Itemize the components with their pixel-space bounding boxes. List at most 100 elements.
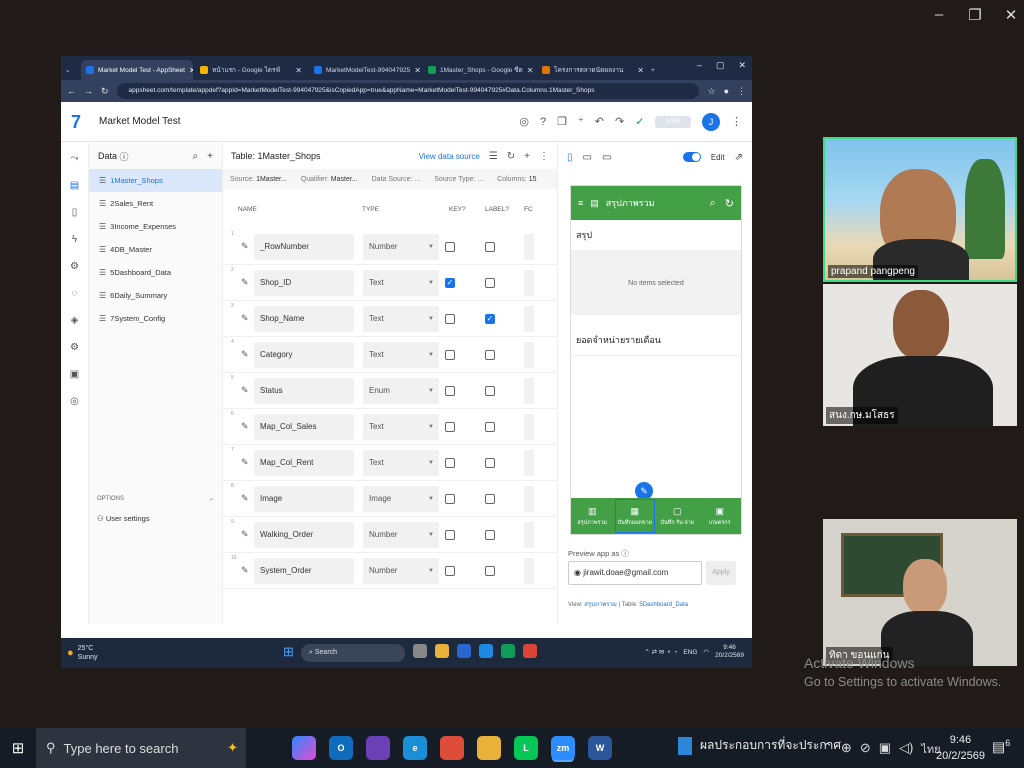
column-name-field[interactable]: Status xyxy=(254,377,354,404)
add-icon[interactable]: + xyxy=(524,151,530,162)
data-icon[interactable]: ▤ xyxy=(70,180,79,191)
save-button[interactable]: SAVE xyxy=(655,115,691,128)
tablet-icon[interactable]: ▭ xyxy=(583,152,592,163)
mute-icon[interactable]: ⊘ xyxy=(860,740,871,758)
network-icon[interactable]: ⊕ xyxy=(841,740,852,758)
chevron-down-icon[interactable]: ⌄ xyxy=(209,495,214,502)
browser-tab[interactable]: MarketModelTest-994047925 ✕ xyxy=(309,60,421,80)
fc-cell[interactable] xyxy=(524,269,534,296)
taskbar-clock[interactable]: 9:46 20/2/2569 xyxy=(936,732,985,764)
menu-icon[interactable]: ⋮ xyxy=(737,86,746,97)
line-icon[interactable] xyxy=(501,644,515,658)
manage-icon[interactable]: ▣ xyxy=(70,369,79,380)
intelligence-icon[interactable]: ◌ xyxy=(72,288,78,299)
views-icon[interactable]: ▯ xyxy=(72,207,78,218)
browser-tab[interactable]: Market Model Test - AppSheet ✕ xyxy=(81,60,193,80)
edit-pencil-icon[interactable]: ✎ xyxy=(241,493,249,504)
tab-menu-icon[interactable]: ⌄ xyxy=(65,60,79,80)
more-icon[interactable]: ⋮ xyxy=(539,151,549,162)
fc-cell[interactable] xyxy=(524,305,534,332)
fc-cell[interactable] xyxy=(524,449,534,476)
edit-pencil-icon[interactable]: ✎ xyxy=(241,241,249,252)
edit-toggle[interactable] xyxy=(682,152,701,162)
avatar[interactable]: J xyxy=(702,112,720,131)
fc-cell[interactable] xyxy=(524,485,534,512)
restore-icon[interactable]: ❐ xyxy=(968,6,982,24)
table-item[interactable]: ☰ 5Dashboard_Data xyxy=(89,261,222,284)
chrome-icon[interactable] xyxy=(523,644,537,658)
security-icon[interactable]: ◈ xyxy=(71,315,79,326)
table-link[interactable]: 5Dashboard_Data xyxy=(639,602,688,608)
tab-close-icon[interactable]: ✕ xyxy=(295,66,302,75)
notification-item[interactable]: ผลประกอบการที่จะประกาศ xyxy=(678,736,841,755)
menu-icon[interactable]: ≡ xyxy=(578,198,583,208)
label-checkbox[interactable] xyxy=(485,493,495,504)
column-type-select[interactable]: Text ▼ xyxy=(363,341,439,368)
tab-close-icon[interactable]: ✕ xyxy=(414,66,421,75)
more-icon[interactable]: ⋮ xyxy=(731,115,742,128)
start-icon[interactable]: ⊞ xyxy=(283,644,294,660)
volume-icon[interactable]: ◁) xyxy=(899,740,913,758)
column-name-field[interactable]: _RowNumber xyxy=(254,233,354,260)
profile-icon[interactable]: ● xyxy=(724,86,729,96)
table-item[interactable]: ☰ 1Master_Shops xyxy=(89,169,222,192)
forward-icon[interactable]: → xyxy=(84,86,93,96)
minimize-icon[interactable]: – xyxy=(932,6,946,24)
key-checkbox[interactable] xyxy=(445,349,455,360)
settings-icon[interactable]: ⚙ xyxy=(70,342,79,353)
fc-cell[interactable] xyxy=(524,341,534,368)
column-type-select[interactable]: Text ▼ xyxy=(363,305,439,332)
url-field[interactable]: appsheet.com/template/appdef?appId=Marke… xyxy=(116,83,700,99)
help-icon[interactable]: ? xyxy=(540,116,546,128)
file-explorer-icon[interactable] xyxy=(435,644,449,658)
edit-pencil-icon[interactable]: ✎ xyxy=(241,349,249,360)
minimize-icon[interactable]: – xyxy=(697,60,702,71)
apply-button[interactable]: Apply xyxy=(706,561,736,585)
column-type-select[interactable]: Text ▼ xyxy=(363,449,439,476)
column-type-select[interactable]: Enum ▼ xyxy=(363,377,439,404)
add-icon[interactable]: + xyxy=(207,151,213,162)
column-type-select[interactable]: Text ▼ xyxy=(363,269,439,296)
key-checkbox[interactable] xyxy=(445,529,455,540)
label-checkbox[interactable] xyxy=(485,349,495,360)
user-settings-item[interactable]: ⚇ User settings xyxy=(97,514,214,523)
label-checkbox[interactable] xyxy=(485,421,495,432)
column-type-select[interactable]: Text ▼ xyxy=(363,413,439,440)
column-name-field[interactable]: System_Order xyxy=(254,557,354,584)
close-icon[interactable]: ✕ xyxy=(1004,6,1018,24)
taskbar-search[interactable]: ⌕ Search xyxy=(301,644,405,662)
label-checkbox[interactable] xyxy=(485,457,495,468)
copy-icon[interactable]: ❐ xyxy=(557,115,567,128)
zoom-icon[interactable] xyxy=(457,644,471,658)
search-icon[interactable]: ⌕ xyxy=(710,197,716,210)
notification-badge[interactable]: ▤6 xyxy=(992,738,1010,756)
column-name-field[interactable]: Map_Col_Sales xyxy=(254,413,354,440)
column-name-field[interactable]: Walking_Order xyxy=(254,521,354,548)
view-data-source-link[interactable]: View data source xyxy=(419,152,480,161)
mobile-icon[interactable]: ▯ xyxy=(567,152,573,163)
task-view-icon[interactable] xyxy=(413,644,427,658)
key-checkbox[interactable] xyxy=(445,421,455,432)
redo-icon[interactable]: ↷ xyxy=(615,115,624,128)
edit-pencil-icon[interactable]: ✎ xyxy=(241,421,249,432)
check-icon[interactable]: ✓ xyxy=(635,115,644,128)
column-type-select[interactable]: Number ▼ xyxy=(363,521,439,548)
fc-cell[interactable] xyxy=(524,521,534,548)
label-checkbox[interactable] xyxy=(485,529,495,540)
browser-tab[interactable]: โครงการตลาดนัดผลงาน ✕ xyxy=(537,60,649,80)
table-item[interactable]: ☰ 3Income_Expenses xyxy=(89,215,222,238)
back-icon[interactable]: ← xyxy=(67,86,76,96)
learn-icon[interactable]: ◎ xyxy=(70,396,79,407)
refresh-icon[interactable]: ↻ xyxy=(725,197,734,210)
word-icon[interactable]: W xyxy=(588,736,612,760)
info-icon[interactable]: ⓘ xyxy=(621,549,629,558)
copilot-icon[interactable] xyxy=(292,736,316,760)
column-type-select[interactable]: Image ▼ xyxy=(363,485,439,512)
reload-icon[interactable]: ↻ xyxy=(101,86,109,97)
info-icon[interactable]: ⓘ xyxy=(120,150,129,163)
label-checkbox[interactable] xyxy=(485,385,495,396)
taskbar-search[interactable]: ⚲ Type here to search ✦ xyxy=(36,728,246,768)
key-checkbox[interactable] xyxy=(445,385,455,396)
browser-tab[interactable]: 1Master_Shops - Google ชีต ✕ xyxy=(423,60,535,80)
fc-cell[interactable] xyxy=(524,413,534,440)
